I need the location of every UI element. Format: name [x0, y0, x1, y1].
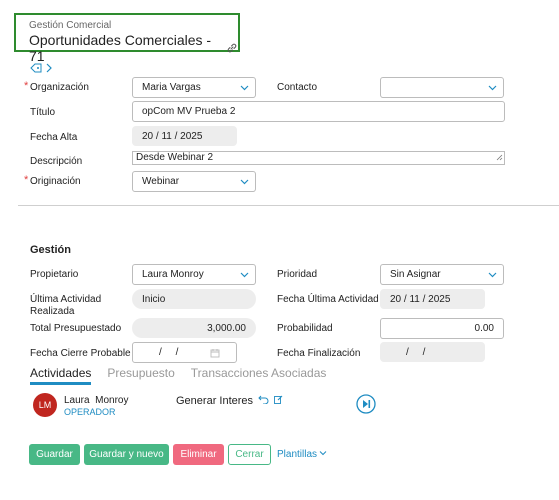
chevron-down-icon — [488, 270, 497, 282]
plantillas-dropdown[interactable]: Plantillas — [277, 449, 327, 460]
ultima-actividad-label: Última Actividad Realizada — [30, 294, 101, 318]
fecha-ultima-actividad-value: 20 / 11 / 2025 — [390, 293, 451, 305]
next-icon[interactable] — [356, 394, 376, 417]
tag-row[interactable] — [30, 63, 52, 76]
contacto-label: Contacto — [277, 82, 318, 93]
prioridad-select[interactable]: Sin Asignar — [380, 264, 504, 285]
organizacion-label: Organización — [24, 80, 89, 94]
descripcion-value: Desde Webinar 2 — [136, 152, 214, 163]
fecha-finalizacion-label: Fecha Finalización — [277, 348, 361, 359]
fecha-ultima-actividad-label: Fecha Última Actividad — [277, 294, 379, 305]
tab-bar: Actividades Presupuesto Transacciones As… — [30, 366, 326, 385]
probabilidad-label: Probabilidad — [277, 323, 333, 334]
ultima-actividad-field: Inicio — [132, 289, 256, 309]
page-title-row: Oportunidades Comerciales - 71 — [29, 32, 238, 64]
tag-icon[interactable] — [30, 63, 42, 76]
fecha-alta-label: Fecha Alta — [30, 132, 78, 143]
titulo-label: Título — [30, 107, 56, 118]
fecha-ultima-actividad-field: 20 / 11 / 2025 — [380, 289, 485, 309]
chevron-down-icon — [319, 449, 327, 460]
titulo-value: opCom MV Prueba 2 — [142, 106, 236, 117]
eliminar-button[interactable]: Eliminar — [173, 444, 224, 465]
tab-transacciones-asociadas[interactable]: Transacciones Asociadas — [191, 366, 327, 385]
originacion-select[interactable]: Webinar — [132, 171, 256, 192]
propietario-select[interactable]: Laura Monroy — [132, 264, 256, 285]
descripcion-textarea[interactable]: Desde Webinar 2 — [132, 151, 505, 165]
descripcion-label: Descripción — [30, 156, 83, 167]
propietario-value: Laura Monroy — [142, 269, 204, 280]
fecha-cierre-probable-value: / / — [159, 347, 179, 358]
probabilidad-value: 0.00 — [474, 323, 494, 334]
ultima-actividad-value: Inicio — [142, 293, 166, 305]
organizacion-value: Maria Vargas — [142, 82, 201, 93]
resize-icon[interactable] — [496, 153, 503, 164]
chevron-down-icon — [488, 83, 497, 95]
undo-icon[interactable] — [258, 395, 269, 407]
fecha-cierre-probable-input[interactable]: / / — [132, 342, 237, 363]
fecha-alta-field: 20 / 11 / 2025 — [132, 126, 237, 146]
prioridad-value: Sin Asignar — [390, 269, 441, 280]
page-subtitle: Gestión Comercial — [29, 20, 112, 31]
calendar-icon[interactable] — [210, 348, 220, 361]
fecha-cierre-probable-label: Fecha Cierre Probable — [30, 348, 131, 359]
fecha-finalizacion-value: / / — [406, 346, 426, 358]
probabilidad-input[interactable]: 0.00 — [380, 318, 504, 339]
total-presupuestado-field: 3,000.00 — [132, 318, 256, 338]
chevron-right-icon[interactable] — [46, 63, 52, 76]
page-title: Oportunidades Comerciales - 71 — [29, 32, 212, 64]
contacto-select[interactable] — [380, 77, 504, 98]
originacion-value: Webinar — [142, 176, 180, 187]
organizacion-select[interactable]: Maria Vargas — [132, 77, 256, 98]
total-presupuestado-value: 3,000.00 — [207, 322, 246, 334]
originacion-label: Originación — [24, 174, 81, 188]
fecha-finalizacion-field: / / — [380, 342, 485, 362]
guardar-button[interactable]: Guardar — [29, 444, 80, 465]
avatar: LM — [33, 393, 57, 417]
chevron-down-icon — [240, 177, 249, 189]
cerrar-button[interactable]: Cerrar — [228, 444, 271, 465]
ultima-actividad-label-line2: Realizada — [30, 306, 75, 317]
titulo-input[interactable]: opCom MV Prueba 2 — [132, 101, 505, 122]
activity-user-role: OPERADOR — [64, 407, 116, 417]
ultima-actividad-label-line1: Última Actividad — [30, 294, 102, 305]
activity-title-row: Generar Interes — [176, 395, 283, 407]
activity-title: Generar Interes — [176, 395, 254, 407]
total-presupuestado-label: Total Presupuestado — [30, 323, 122, 334]
plantillas-label: Plantillas — [277, 449, 318, 460]
gestion-title: Gestión — [30, 244, 71, 256]
link-icon[interactable] — [226, 42, 238, 54]
page-header: Gestión Comercial Oportunidades Comercia… — [14, 13, 240, 64]
chevron-down-icon — [240, 83, 249, 95]
section-divider — [18, 205, 559, 206]
chevron-down-icon — [240, 270, 249, 282]
edit-icon[interactable] — [274, 395, 283, 407]
tab-actividades[interactable]: Actividades — [30, 366, 92, 385]
fecha-alta-value: 20 / 11 / 2025 — [142, 130, 203, 142]
tab-presupuesto[interactable]: Presupuesto — [107, 366, 174, 385]
propietario-label: Propietario — [30, 269, 79, 280]
guardar-y-nuevo-button[interactable]: Guardar y nuevo — [84, 444, 169, 465]
activity-user-name: Laura Monroy — [64, 395, 129, 406]
prioridad-label: Prioridad — [277, 269, 318, 280]
